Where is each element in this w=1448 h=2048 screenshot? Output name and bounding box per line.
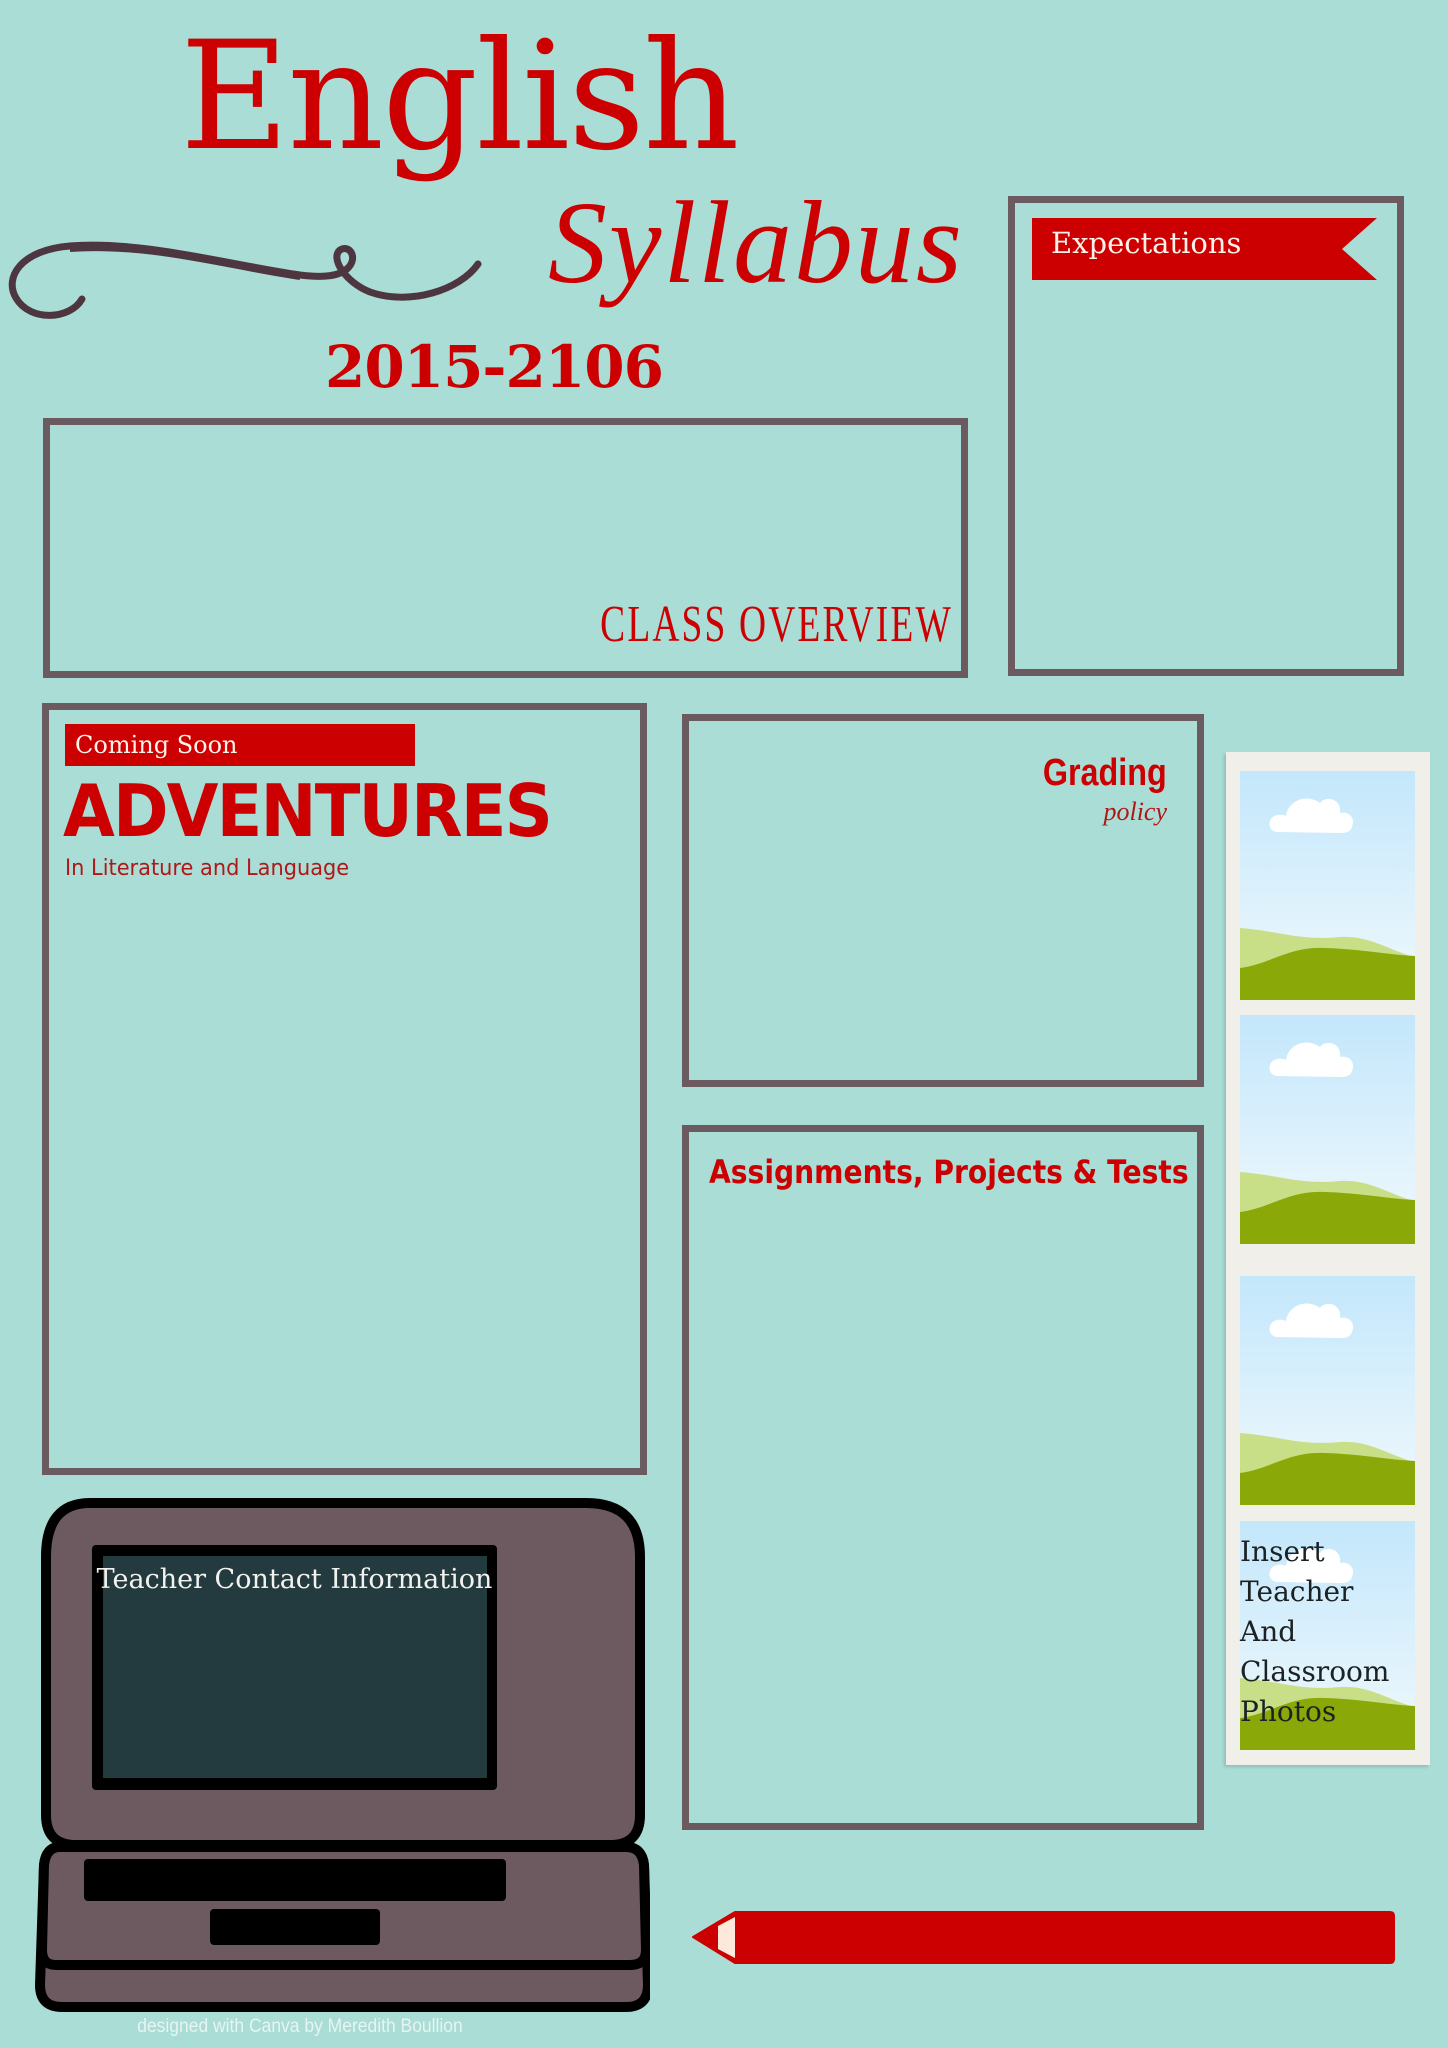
school-year: 2015-2106 (325, 333, 664, 401)
expectations-box: Expectations (1008, 196, 1404, 676)
adventures-title: ADVENTURES (63, 769, 553, 853)
landscape-placeholder-icon (1240, 1015, 1415, 1244)
photo-placeholder[interactable] (1240, 1015, 1415, 1244)
teacher-contact-label: Teacher Contact Information (96, 1564, 493, 1595)
caption-line: Photos (1240, 1695, 1337, 1728)
caption-line: Insert (1240, 1535, 1325, 1568)
grading-subtitle: policy (1103, 797, 1167, 826)
page-title: English (180, 10, 740, 184)
assignments-box: Assignments, Projects & Tests (682, 1125, 1204, 1830)
class-overview-box: CLASS OVERVIEW (43, 418, 968, 678)
photo-strip: Insert Teacher And Classroom Photos (1226, 752, 1430, 1765)
caption-line: And (1240, 1615, 1297, 1648)
flourish-swirl-icon (8, 241, 482, 319)
photo-placeholder[interactable] (1240, 1276, 1415, 1505)
adventures-subtitle: In Literature and Language (65, 856, 350, 881)
grading-title: Grading (1043, 752, 1167, 794)
page-subtitle: Syllabus (548, 177, 964, 308)
coming-soon-badge: Coming Soon (65, 724, 415, 766)
landscape-placeholder-icon (1240, 771, 1415, 1000)
caption-line: Teacher (1240, 1575, 1354, 1608)
pencil-icon (692, 1911, 1395, 1964)
caption-line: Classroom (1240, 1655, 1390, 1688)
photo-placeholder[interactable] (1240, 771, 1415, 1000)
expectations-label: Expectations (1051, 226, 1242, 260)
assignments-title: Assignments, Projects & Tests (709, 1153, 1189, 1191)
adventures-box: Coming Soon ADVENTURES In Literature and… (42, 703, 647, 1475)
photo-caption: Insert Teacher And Classroom Photos (1240, 1532, 1420, 1732)
class-overview-label: CLASS OVERVIEW (600, 596, 953, 653)
landscape-placeholder-icon (1240, 1276, 1415, 1505)
footer-credit: designed with Canva by Meredith Boullion (137, 2016, 463, 2037)
coming-soon-label: Coming Soon (75, 731, 238, 759)
grading-policy-box: Grading policy (682, 714, 1204, 1087)
